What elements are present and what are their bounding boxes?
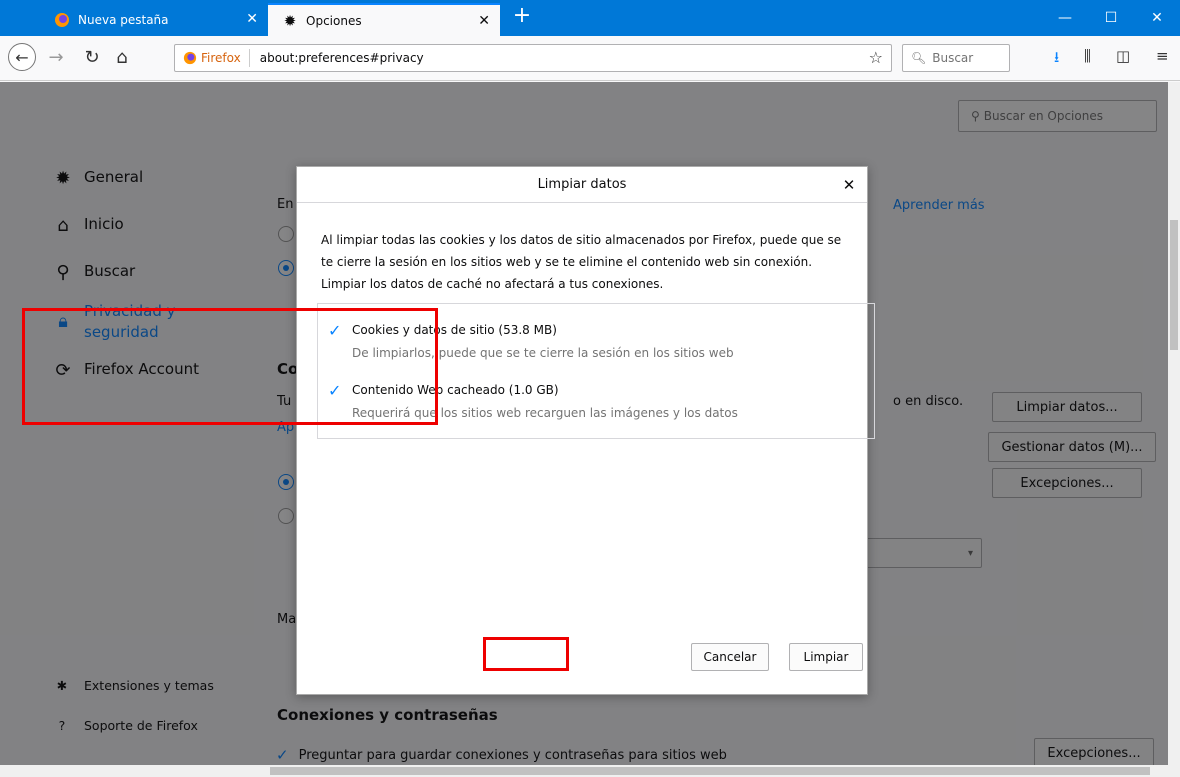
sidebar-icon[interactable]: ◫ xyxy=(1116,47,1130,65)
button-label: Cancelar xyxy=(703,650,757,664)
close-tab-icon[interactable]: ✕ xyxy=(246,11,258,27)
gear-icon: ✹ xyxy=(283,11,297,30)
identity-box[interactable]: Firefox xyxy=(175,49,250,67)
search-icon: 🔍︎ xyxy=(911,51,927,65)
button-label: Limpiar xyxy=(803,650,849,664)
menu-icon[interactable]: ≡ xyxy=(1156,47,1169,65)
dialog-description: Al limpiar todas las cookies y los datos… xyxy=(321,233,842,291)
bookmark-star-icon[interactable]: ☆ xyxy=(869,48,883,67)
navigation-toolbar: ← → ↻ ⌂ Firefox about:preferences#privac… xyxy=(0,36,1180,81)
close-tab-icon[interactable]: ✕ xyxy=(478,13,490,29)
tab-options[interactable]: ✹ Opciones ✕ xyxy=(268,3,500,36)
cancel-button[interactable]: Cancelar xyxy=(691,643,769,671)
highlight-box-options xyxy=(22,308,438,425)
search-placeholder: Buscar xyxy=(932,51,974,65)
horizontal-scrollbar-thumb[interactable] xyxy=(270,767,1150,775)
maximize-button[interactable]: ☐ xyxy=(1088,0,1134,36)
reload-icon: ↻ xyxy=(84,46,100,68)
url-text[interactable]: about:preferences#privacy xyxy=(250,51,424,65)
reload-button[interactable]: ↻ xyxy=(80,45,104,69)
search-bar[interactable]: 🔍︎ Buscar xyxy=(902,44,1010,72)
firefox-icon xyxy=(183,51,197,65)
tab-title: Opciones xyxy=(306,13,362,28)
download-icon[interactable]: ⭳ xyxy=(1054,47,1059,72)
url-bar[interactable]: Firefox about:preferences#privacy ☆ xyxy=(174,44,892,72)
tab-title: Nueva pestaña xyxy=(78,12,169,27)
identity-label: Firefox xyxy=(201,51,241,65)
window-close-button[interactable]: ✕ xyxy=(1134,0,1180,36)
home-button[interactable]: ⌂ xyxy=(110,45,134,69)
firefox-icon xyxy=(55,12,69,27)
close-icon[interactable]: ✕ xyxy=(839,167,859,203)
dialog-title: Limpiar datos xyxy=(297,167,867,203)
vertical-scrollbar-thumb[interactable] xyxy=(1170,220,1178,350)
back-button[interactable]: ← xyxy=(8,43,36,71)
clear-button[interactable]: Limpiar xyxy=(789,643,863,671)
arrow-right-icon: → xyxy=(48,46,64,68)
new-tab-button[interactable]: + xyxy=(510,4,534,30)
tab-new-tab[interactable]: Nueva pestaña ✕ xyxy=(40,3,268,36)
highlight-box-clear-button xyxy=(483,637,569,671)
forward-button[interactable]: → xyxy=(44,45,68,69)
tab-bar: Nueva pestaña ✕ ✹ Opciones ✕ + — ☐ ✕ xyxy=(0,0,1180,36)
minimize-button[interactable]: — xyxy=(1042,0,1088,36)
arrow-left-icon: ← xyxy=(15,47,29,67)
home-icon: ⌂ xyxy=(116,46,128,68)
vertical-scrollbar[interactable] xyxy=(1168,82,1180,765)
library-icon[interactable]: ⫼ xyxy=(1084,47,1091,65)
clear-data-dialog: Limpiar datos ✕ Al limpiar todas las coo… xyxy=(296,166,875,695)
